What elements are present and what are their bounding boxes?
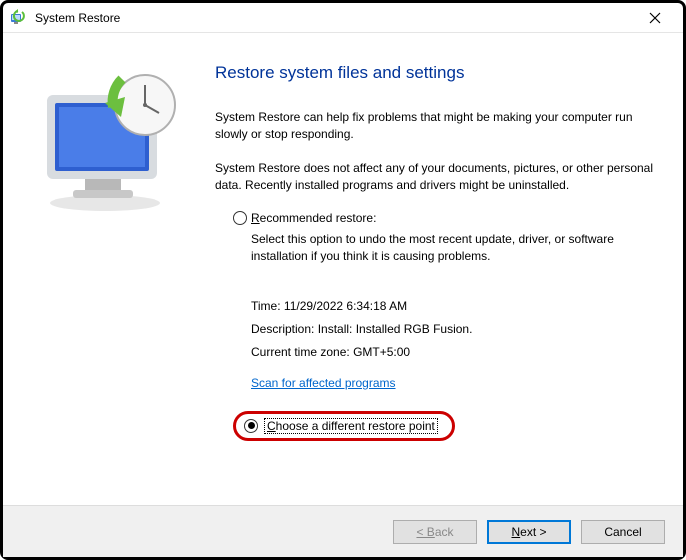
detail-time: Time: 11/29/2022 6:34:18 AM: [251, 295, 657, 318]
restore-options: Recommended restore: Select this option …: [233, 211, 657, 441]
intro-text-2: System Restore does not affect any of yo…: [215, 160, 657, 195]
radio-unchecked-icon: [233, 211, 247, 225]
restore-point-details: Time: 11/29/2022 6:34:18 AM Description:…: [251, 295, 657, 410]
page-heading: Restore system files and settings: [215, 63, 657, 83]
recommended-restore-desc: Select this option to undo the most rece…: [251, 231, 657, 266]
detail-description: Description: Install: Installed RGB Fusi…: [251, 318, 657, 341]
recommended-restore-option[interactable]: Recommended restore:: [233, 211, 657, 225]
close-button[interactable]: [635, 4, 675, 32]
content-area: Restore system files and settings System…: [3, 33, 683, 505]
titlebar: System Restore: [3, 3, 683, 33]
recommended-restore-label: Recommended restore:: [251, 211, 376, 225]
back-button: < Back: [393, 520, 477, 544]
main-pane: Restore system files and settings System…: [207, 57, 657, 495]
wizard-footer: < Back Next > Cancel: [3, 505, 683, 557]
window-title: System Restore: [35, 11, 635, 25]
scan-affected-link[interactable]: Scan for affected programs: [251, 372, 396, 395]
next-button[interactable]: Next >: [487, 520, 571, 544]
intro-text-1: System Restore can help fix problems tha…: [215, 109, 657, 144]
system-restore-icon: [9, 9, 27, 27]
radio-checked-icon[interactable]: [244, 419, 258, 433]
illustration-pane: [27, 57, 207, 495]
restore-illustration-icon: [27, 65, 187, 215]
choose-different-label[interactable]: Choose a different restore point: [264, 418, 438, 434]
system-restore-window: System Restore R: [0, 0, 686, 560]
cancel-button[interactable]: Cancel: [581, 520, 665, 544]
detail-timezone: Current time zone: GMT+5:00: [251, 341, 657, 364]
choose-different-option-highlight: Choose a different restore point: [233, 411, 455, 441]
